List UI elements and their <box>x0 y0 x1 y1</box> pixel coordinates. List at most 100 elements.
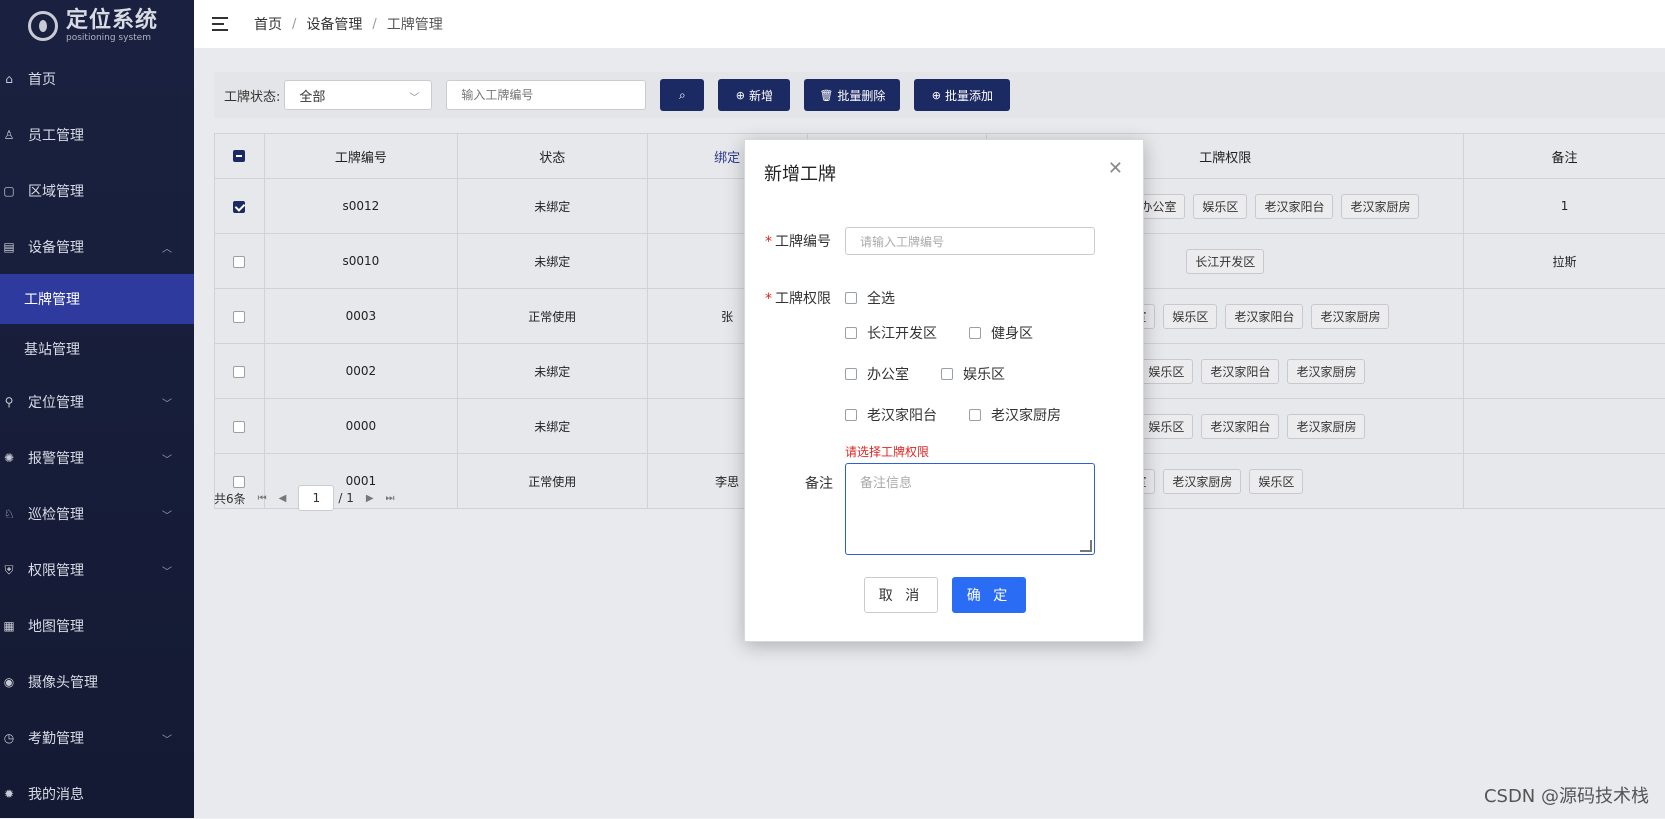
alarm-icon: ✺ <box>2 451 16 465</box>
sidebar-item-station[interactable]: 基站管理 <box>0 324 194 374</box>
badge-id-input[interactable]: 请输入工牌编号 <box>845 227 1095 255</box>
pagination: 共6条 ⏮ ◀ 1 / 1 ▶ ⏭ <box>214 485 395 511</box>
breadcrumb-home[interactable]: 首页 <box>254 14 282 34</box>
perm-checkbox[interactable] <box>969 327 981 339</box>
chevron-up-icon: ︿ <box>162 240 172 255</box>
cell-note <box>1464 344 1665 399</box>
cell-note: 拉斯 <box>1464 234 1665 289</box>
sidebar-item-patrol[interactable]: ♘ 巡检管理 ﹀ <box>0 489 194 539</box>
sidebar-item-badge[interactable]: 工牌管理 <box>0 274 194 324</box>
search-button[interactable]: ⌕ <box>660 79 704 111</box>
breadcrumb-device[interactable]: 设备管理 <box>306 14 362 34</box>
sidebar-item-label: 基站管理 <box>24 339 80 359</box>
perm-checkbox[interactable] <box>845 327 857 339</box>
cell-status: 正常使用 <box>457 454 647 509</box>
perm-option[interactable]: 老汉家阳台 <box>845 405 937 425</box>
breadcrumb-current: 工牌管理 <box>387 14 443 34</box>
cell-note <box>1464 399 1665 454</box>
sidebar-item-home[interactable]: ⌂ 首页 <box>0 54 194 104</box>
perm-option[interactable]: 长江开发区 <box>845 323 937 343</box>
area-icon: ▢ <box>2 184 16 198</box>
batch-delete-button[interactable]: 🗑 批量删除 <box>804 79 900 111</box>
prev-page-icon[interactable]: ◀ <box>279 493 287 504</box>
note-textarea[interactable]: 备注信息 <box>845 463 1095 555</box>
cell-id: s0012 <box>264 179 457 234</box>
cancel-button[interactable]: 取 消 <box>864 577 938 613</box>
menu-toggle-icon[interactable] <box>212 17 230 31</box>
column-header: 状态 <box>457 134 647 179</box>
chevron-down-icon: ﹀ <box>162 563 172 578</box>
sidebar-item-map[interactable]: ▦ 地图管理 <box>0 601 194 651</box>
patrol-icon: ♘ <box>2 507 16 521</box>
cell-id: 0002 <box>264 344 457 399</box>
sidebar-item-attendance[interactable]: ◷ 考勤管理 ﹀ <box>0 713 194 763</box>
watermark: CSDN @源码技术栈 <box>1484 782 1649 808</box>
sidebar-item-camera[interactable]: ◉ 摄像头管理 <box>0 657 194 707</box>
sidebar-item-staff[interactable]: ♙ 员工管理 <box>0 110 194 160</box>
perm-option[interactable]: 老汉家厨房 <box>969 405 1061 425</box>
select-all-checkbox[interactable] <box>845 292 857 304</box>
sidebar-item-location[interactable]: ⚲ 定位管理 ﹀ <box>0 377 194 427</box>
perm-checkbox[interactable] <box>941 368 953 380</box>
total-count: 共6条 <box>214 490 246 507</box>
confirm-button[interactable]: 确 定 <box>952 577 1026 613</box>
perm-option[interactable]: 健身区 <box>969 323 1033 343</box>
perm-checkbox[interactable] <box>845 409 857 421</box>
sidebar-item-label: 考勤管理 <box>28 728 84 748</box>
device-icon: ▤ <box>2 240 16 254</box>
perm-tag: 老汉家厨房 <box>1341 194 1419 219</box>
perm-checkbox[interactable] <box>845 368 857 380</box>
topbar: 首页 / 设备管理 / 工牌管理 <box>194 0 1665 48</box>
sidebar-item-device[interactable]: ▤ 设备管理 ︿ <box>0 222 194 272</box>
status-filter-label: 工牌状态: <box>224 86 280 105</box>
chevron-down-icon: ﹀ <box>162 507 172 522</box>
column-header: 工牌编号 <box>264 134 457 179</box>
perm-tag: 老汉家阳台 <box>1201 359 1279 384</box>
perm-option[interactable]: 办公室 <box>845 364 909 384</box>
row-checkbox[interactable] <box>233 201 245 213</box>
sidebar-item-label: 地图管理 <box>28 616 84 636</box>
perm-tag: 娱乐区 <box>1163 304 1217 329</box>
sidebar-item-area[interactable]: ▢ 区域管理 <box>0 166 194 216</box>
chevron-down-icon: ﹀ <box>162 395 172 410</box>
row-checkbox[interactable] <box>233 366 245 378</box>
cell-id: 0000 <box>264 399 457 454</box>
row-checkbox[interactable] <box>233 256 245 268</box>
sidebar-item-label: 权限管理 <box>28 560 84 580</box>
cell-note: 1 <box>1464 179 1665 234</box>
first-page-icon[interactable]: ⏮ <box>258 493 267 504</box>
chevron-down-icon: ﹀ <box>409 89 419 104</box>
status-select[interactable]: 全部 ﹀ <box>284 80 432 110</box>
camera-icon: ◉ <box>2 675 16 689</box>
location-icon: ⚲ <box>2 395 16 409</box>
perm-checkbox[interactable] <box>969 409 981 421</box>
close-icon[interactable]: ✕ <box>1108 158 1123 179</box>
sidebar-item-messages[interactable]: ✹ 我的消息 <box>0 769 194 819</box>
last-page-icon[interactable]: ⏭ <box>386 493 395 504</box>
batch-add-button[interactable]: ⊕ 批量添加 <box>914 79 1010 111</box>
shield-icon: ⛨ <box>2 563 16 577</box>
row-checkbox[interactable] <box>233 421 245 433</box>
search-input[interactable] <box>446 80 646 110</box>
sidebar-item-label: 定位管理 <box>28 392 84 412</box>
add-button[interactable]: ⊕ 新增 <box>718 79 790 111</box>
perm-option[interactable]: 娱乐区 <box>941 364 1005 384</box>
status-select-value: 全部 <box>299 86 325 105</box>
resize-handle-icon[interactable] <box>1080 540 1092 552</box>
trash-icon: 🗑 <box>819 89 833 102</box>
badge-perm-label: *工牌权限 <box>765 288 831 308</box>
select-all-checkbox[interactable] <box>233 150 245 162</box>
row-checkbox[interactable] <box>233 311 245 323</box>
map-icon: ▦ <box>2 619 16 633</box>
perm-tag: 老汉家阳台 <box>1201 414 1279 439</box>
page-input[interactable]: 1 <box>298 485 334 511</box>
sidebar-item-label: 员工管理 <box>28 125 84 145</box>
sidebar-item-permission[interactable]: ⛨ 权限管理 ﹀ <box>0 545 194 595</box>
cell-status: 未绑定 <box>457 399 647 454</box>
dialog-title: 新增工牌 <box>764 160 836 186</box>
next-page-icon[interactable]: ▶ <box>366 493 374 504</box>
sidebar-item-alarm[interactable]: ✺ 报警管理 ﹀ <box>0 433 194 483</box>
page-total: / 1 <box>338 491 354 505</box>
select-all-option[interactable]: 全选 <box>845 288 895 308</box>
plus-circle-icon: ⊕ <box>736 89 745 102</box>
